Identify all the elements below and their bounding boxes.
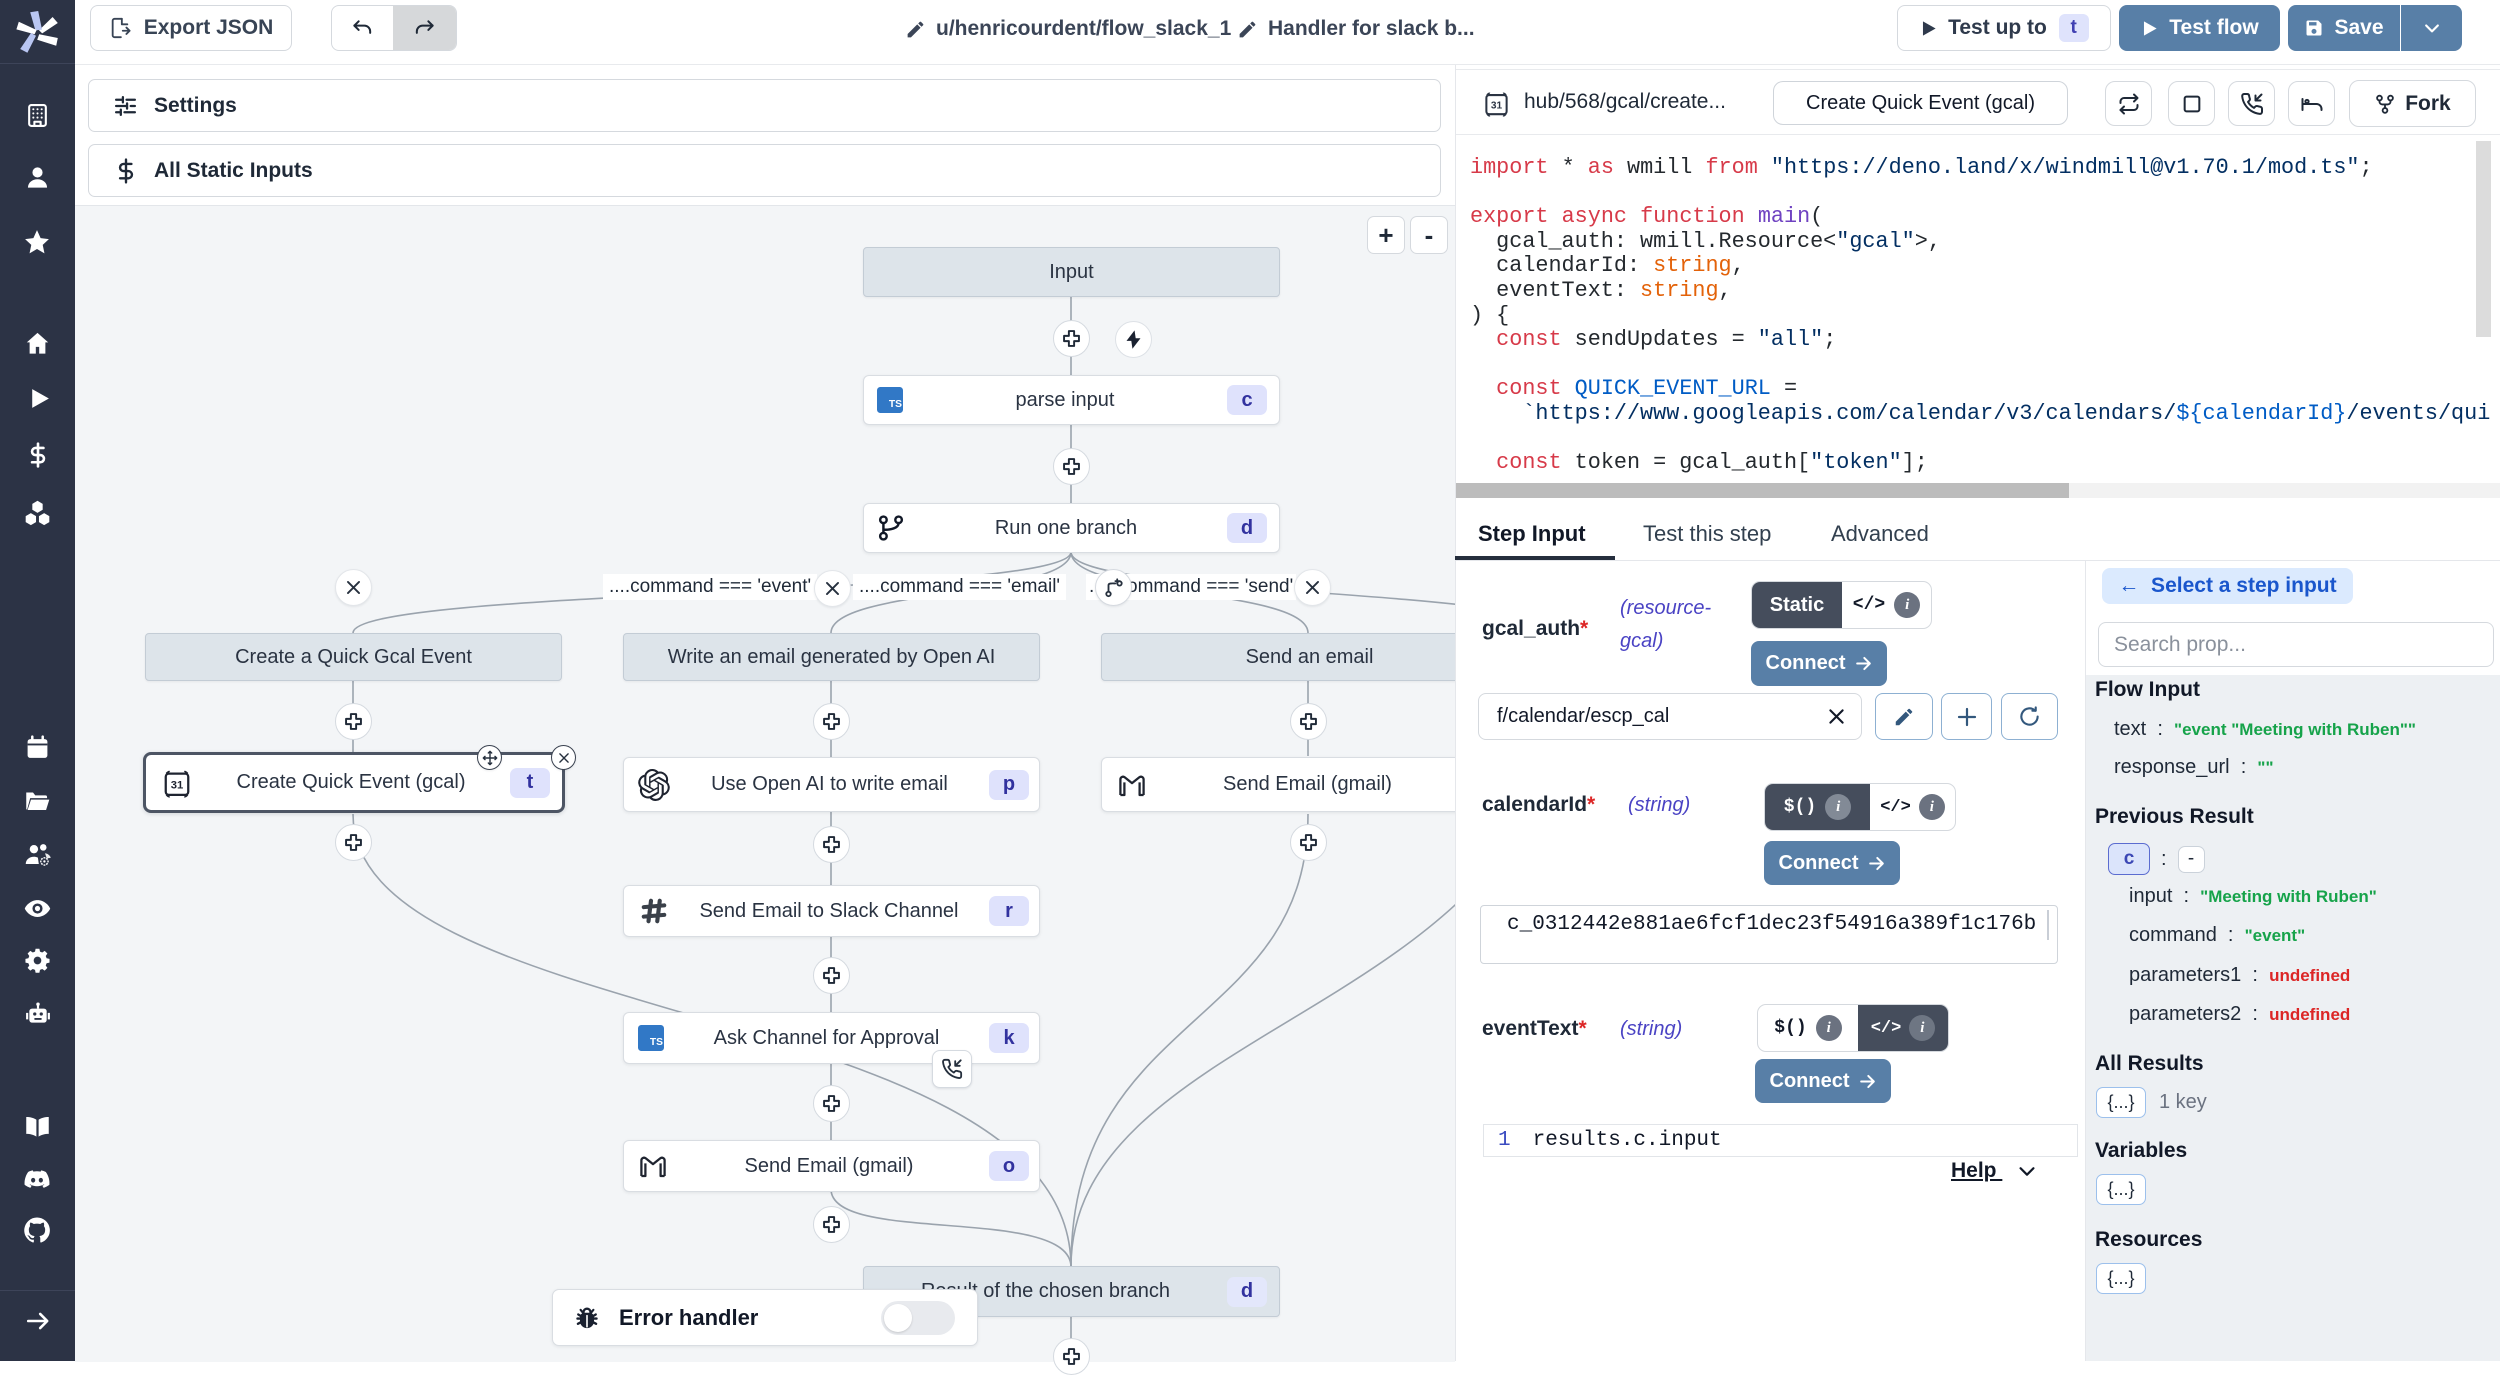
svg-text:31: 31 — [171, 779, 184, 791]
svg-text:TS: TS — [889, 399, 902, 410]
svg-text:31: 31 — [1491, 101, 1503, 112]
svg-text:TS: TS — [650, 1037, 663, 1048]
